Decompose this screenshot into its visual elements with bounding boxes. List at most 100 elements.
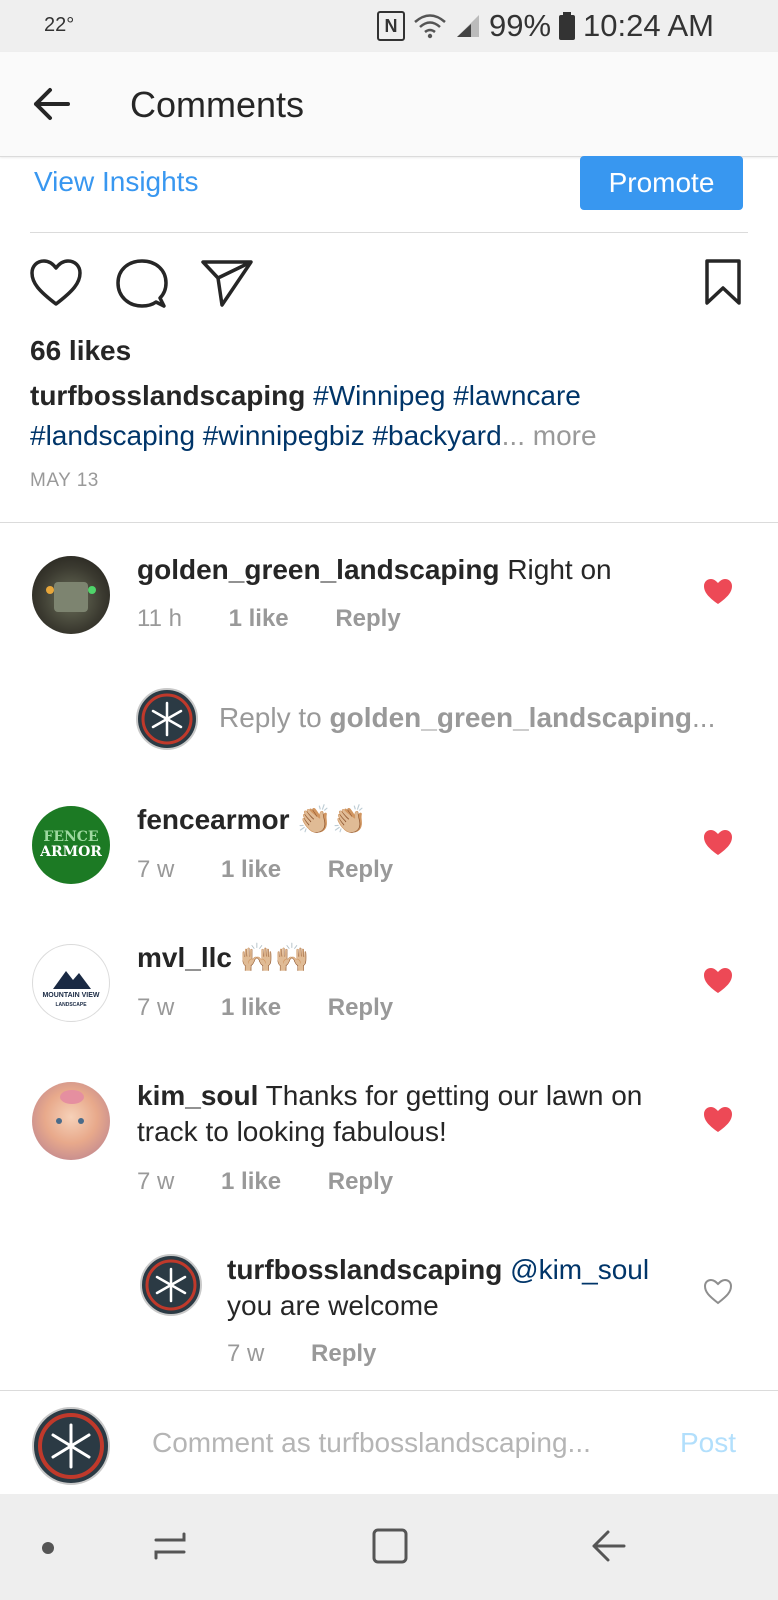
view-insights-link[interactable]: View Insights — [34, 166, 198, 198]
save-button[interactable] — [704, 258, 742, 306]
comment-body: Right on — [507, 554, 612, 585]
wifi-icon — [414, 14, 446, 39]
comment-username[interactable]: kim_soul — [137, 1080, 258, 1111]
avatar-bow — [60, 1090, 84, 1104]
comment-likes[interactable]: 1 like — [221, 856, 281, 883]
status-right: N 99% 10:24 AM — [376, 8, 714, 44]
snowflake-icon — [145, 1259, 197, 1311]
comment-body: 👏🏼👏🏼 — [297, 804, 368, 835]
back-arrow-icon — [34, 88, 70, 120]
post-date: MAY 13 — [30, 470, 99, 491]
comment-body: 🙌🏼🙌🏼 — [239, 942, 310, 973]
comment-text: fencearmor 👏🏼👏🏼 — [137, 802, 367, 838]
mountain-logo-icon — [53, 971, 91, 989]
mention-link[interactable]: @kim_soul — [510, 1254, 649, 1285]
avatar-logo-text: MOUNTAIN VIEW LANDSCAPE — [42, 992, 100, 1008]
comment-likes[interactable]: 1 like — [221, 994, 281, 1021]
comment-like-button[interactable] — [703, 578, 733, 606]
heart-filled-icon — [704, 579, 732, 604]
comment-username[interactable]: fencearmor — [137, 804, 290, 835]
comment-username[interactable]: golden_green_landscaping — [137, 554, 500, 585]
comment-bubble-icon — [116, 259, 168, 308]
like-button[interactable] — [29, 258, 83, 308]
reply-button[interactable]: Reply — [311, 1340, 376, 1367]
bookmark-icon — [705, 259, 741, 305]
recents-icon — [154, 1532, 186, 1560]
comment-bar: Comment as turfbosslandscaping... Post — [0, 1390, 778, 1495]
promote-button[interactable]: Promote — [580, 156, 743, 210]
reply-button[interactable]: Reply — [335, 605, 400, 632]
comment-time: 11 h — [137, 605, 182, 632]
share-button[interactable] — [200, 258, 254, 308]
avatar[interactable] — [32, 556, 110, 634]
avatar-light-left — [46, 586, 54, 594]
comment-time: 7 w — [137, 994, 175, 1021]
avatar-image-shape — [54, 582, 88, 612]
avatar-eye-left — [56, 1118, 62, 1124]
comment-username[interactable]: mvl_llc — [137, 942, 232, 973]
avatar[interactable]: MOUNTAIN VIEW LANDSCAPE — [32, 944, 110, 1022]
comment-body-2: track to looking fabulous! — [137, 1116, 447, 1147]
avatar-light-right — [88, 586, 96, 594]
reply-button[interactable]: Reply — [328, 1168, 393, 1195]
avatar[interactable]: FENCE ARMOR — [32, 806, 110, 884]
reply-prefix: Reply to — [219, 702, 330, 733]
send-icon — [201, 260, 253, 307]
battery-icon — [559, 12, 576, 40]
header: Comments — [0, 52, 778, 157]
post-caption: turfbosslandscaping #Winnipeg #lawncare … — [30, 376, 730, 456]
status-bar: 22° N 99% 10:24 AM — [0, 0, 778, 52]
heart-filled-icon — [704, 968, 732, 993]
current-user-avatar — [136, 688, 198, 750]
reply-username[interactable]: turfbosslandscaping — [227, 1254, 502, 1285]
home-square-icon — [372, 1528, 408, 1564]
comment-text: kim_soul Thanks for getting our lawn on … — [137, 1078, 697, 1150]
reply-text: turfbosslandscaping @kim_soul you are we… — [227, 1252, 667, 1324]
comment-meta: 7 w 1 like Reply — [137, 856, 393, 884]
more-link[interactable]: more — [533, 420, 597, 451]
avatar[interactable] — [32, 1082, 110, 1160]
heart-filled-icon — [704, 1107, 732, 1132]
comment-input[interactable]: Comment as turfbosslandscaping... — [152, 1427, 591, 1459]
battery-percent: 99% — [488, 8, 552, 43]
caption-username[interactable]: turfbosslandscaping — [30, 380, 305, 411]
post-button[interactable]: Post — [680, 1427, 736, 1459]
comment-like-button[interactable] — [703, 967, 733, 995]
reply-button[interactable]: Reply — [328, 994, 393, 1021]
comment-likes[interactable]: 1 like — [221, 1168, 281, 1195]
comment-likes[interactable]: 1 like — [229, 605, 289, 632]
dot-indicator[interactable] — [42, 1542, 54, 1554]
comment-button[interactable] — [116, 258, 168, 310]
avatar-eye-right — [78, 1118, 84, 1124]
clock: 10:24 AM — [583, 8, 714, 43]
reply-meta: 7 w Reply — [227, 1340, 376, 1368]
home-button[interactable] — [370, 1526, 410, 1571]
reply-like-button[interactable] — [703, 1278, 733, 1306]
comment-time: 7 w — [137, 1168, 175, 1195]
snowflake-icon — [38, 1413, 104, 1479]
comment-meta: 7 w 1 like Reply — [137, 994, 393, 1022]
reply-button[interactable]: Reply — [328, 856, 393, 883]
comment-text: golden_green_landscaping Right on — [137, 552, 612, 588]
comment-like-button[interactable] — [703, 1106, 733, 1134]
recents-button[interactable] — [150, 1526, 190, 1571]
back-chevron-icon — [592, 1530, 626, 1562]
avatar-logo-text: FENCE ARMOR — [40, 829, 102, 860]
like-count[interactable]: 66 likes — [30, 335, 131, 367]
back-button[interactable] — [30, 82, 74, 126]
heart-filled-icon — [704, 830, 732, 855]
snowflake-icon — [141, 693, 193, 745]
caption-hashtags-2[interactable]: #landscaping #winnipegbiz #backyard — [30, 420, 502, 451]
caption-hashtags[interactable]: #Winnipeg #lawncare — [313, 380, 581, 411]
reply-suffix: ... — [692, 702, 716, 733]
heart-outline-icon — [703, 1278, 733, 1305]
reply-body: you are welcome — [227, 1290, 439, 1321]
caption-ellipsis: ... — [501, 420, 525, 451]
system-nav-bar — [0, 1494, 778, 1600]
avatar[interactable] — [140, 1254, 202, 1316]
reply-input[interactable]: Reply to golden_green_landscaping... — [219, 702, 715, 734]
comment-like-button[interactable] — [703, 829, 733, 857]
system-back-button[interactable] — [588, 1526, 628, 1571]
reply-target-user: golden_green_landscaping — [329, 702, 693, 733]
comment-body: Thanks for getting our lawn on — [265, 1080, 643, 1111]
